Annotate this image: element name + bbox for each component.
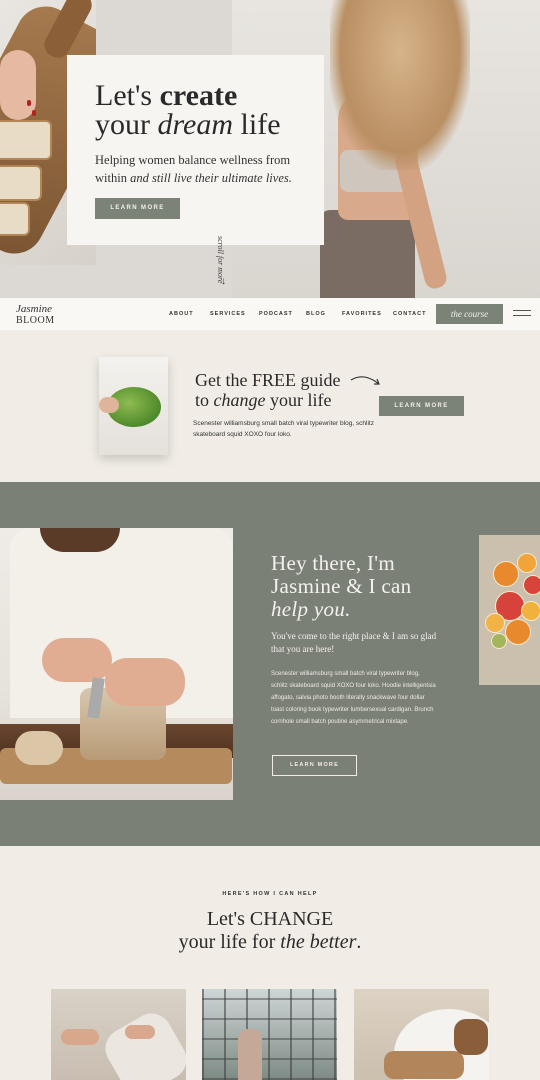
the-course-button[interactable]: the course [436,304,503,324]
nav-item-contact[interactable]: CONTACT [393,311,426,317]
hair [40,528,120,552]
about-title: Hey there, I'm Jasmine & I can help you. [271,552,411,621]
hero-subtitle: Helping women balance wellness from with… [95,151,315,187]
nail [27,100,31,106]
orange-slice [505,619,531,645]
menu-icon-line [513,310,531,311]
hand [105,658,185,706]
bread-piece [15,731,63,765]
lime-slice [491,633,507,649]
arrow-down-icon: ↓ [221,276,226,287]
nav-item-services[interactable]: SERVICES [210,311,246,317]
about-title-line3: help you. [271,597,351,621]
greenhouse-frame [202,989,337,1080]
free-guide-section: Get the FREE guide to change your life S… [0,330,540,482]
about-photo [0,528,233,800]
service-card-yoga[interactable] [51,989,186,1080]
orange-slice [493,561,519,587]
services-title: Let's CHANGE your life for the better. [0,908,540,954]
services-eyebrow: HERE'S HOW I CAN HELP [222,891,318,897]
guide-cover-image [99,357,168,455]
guide-title-italic: change [213,390,266,410]
hand [99,397,119,413]
orange-slice [521,601,540,621]
woman-hair [330,0,470,170]
nav-item-favorites[interactable]: FAVORITES [342,311,382,317]
nav-item-podcast[interactable]: PODCAST [259,311,293,317]
about-learn-more-button[interactable]: LEARN MORE [272,755,357,776]
hero-title-text: life [233,108,281,141]
about-title-line1: Hey there, I'm [271,551,396,575]
hero-card: Let's create your dream life Helping wom… [67,55,324,245]
hero-section: Let's create your dream life Helping wom… [0,0,540,298]
curved-arrow-icon [350,376,380,385]
hero-title-text: your [95,108,158,141]
service-card-greenhouse[interactable] [202,989,337,1080]
about-subtitle: You've come to the right place & I am so… [271,631,437,654]
hero-learn-more-button[interactable]: LEARN MORE [95,198,180,219]
bread-slice [0,120,52,160]
nav-item-about[interactable]: ABOUT [169,311,194,317]
hand [42,638,112,682]
grapefruit-slice [523,575,540,595]
services-title-line1: Let's CHANGE [206,908,334,930]
logo-script[interactable]: Jasmine [16,303,52,315]
services-title-text: your life for [178,931,281,953]
hero-subtitle-italic: and still live their ultimate lives. [130,171,292,185]
service-card-food[interactable] [354,989,489,1080]
about-section: Hey there, I'm Jasmine & I can help you.… [0,482,540,846]
guide-learn-more-button[interactable]: LEARN MORE [379,396,464,416]
yoga-mat [98,1006,186,1080]
menu-icon-line [513,315,531,316]
logo-wordmark[interactable]: BLOOM [16,315,55,326]
bread [454,1019,488,1055]
citrus-photo [479,535,540,685]
services-title-italic: the better [280,931,357,953]
flower-bouquet [238,1029,262,1080]
orange-slice [517,553,537,573]
bread-slice [0,202,30,236]
orange-slice [485,613,505,633]
foot [61,1029,99,1045]
scroll-hint[interactable]: scroll for more ↓ [214,236,230,292]
guide-description: Scenester williamsburg small batch viral… [193,420,374,438]
hero-title-italic: dream [157,108,234,141]
hand [125,1025,155,1039]
nav-item-blog[interactable]: BLOG [306,311,326,317]
guide-title-text: your life [265,390,332,410]
menu-icon[interactable] [513,310,531,316]
woman-leggings [320,210,415,298]
about-body: Scenester williamsburg small batch viral… [271,671,436,725]
guide-title-text: to [195,390,214,410]
services-section: HERE'S HOW I CAN HELP Let's CHANGE your … [0,846,540,1080]
about-title-line2: Jasmine & I can [271,574,412,598]
top-nav: Jasmine BLOOM ABOUT SERVICES PODCAST BLO… [0,298,540,330]
bread-slice [0,165,42,201]
nail [32,110,36,116]
hero-title: Let's create your dream life [95,81,281,141]
toast [384,1051,464,1079]
guide-title-line1: Get the FREE guide [195,370,341,390]
hand [0,50,36,120]
guide-title: Get the FREE guide to change your life [195,370,340,410]
services-title-text: . [356,931,362,953]
